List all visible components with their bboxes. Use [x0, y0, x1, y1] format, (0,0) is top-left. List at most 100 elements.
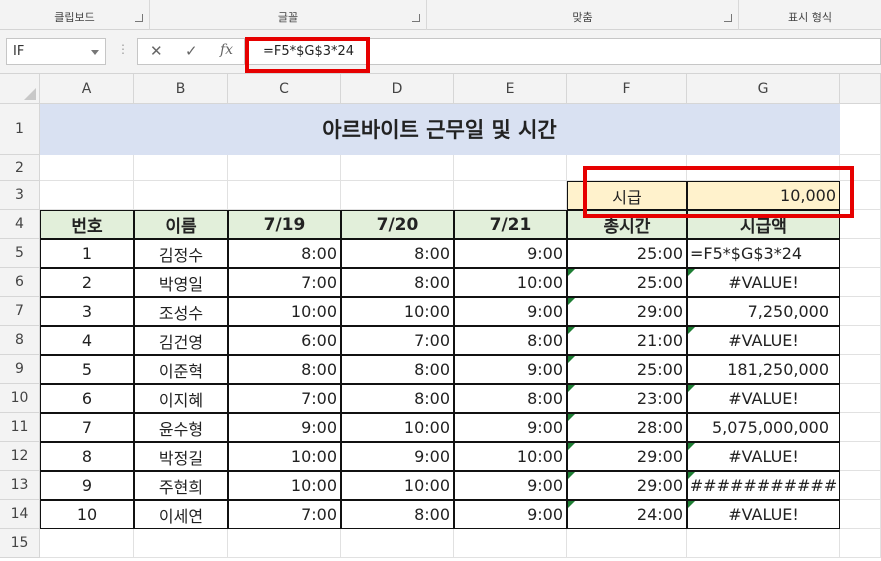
cancel-icon[interactable]: ✕ — [150, 42, 163, 60]
data-cell[interactable]: 23:00 — [567, 384, 687, 413]
data-cell[interactable]: 10 — [40, 500, 134, 529]
cell[interactable] — [840, 210, 881, 239]
data-cell[interactable]: 25:00 — [567, 355, 687, 384]
error-cell[interactable]: #VALUE! — [687, 326, 840, 355]
dialog-launcher-icon[interactable] — [412, 14, 420, 22]
column-header-c[interactable]: C — [228, 74, 341, 104]
cell[interactable] — [840, 181, 881, 210]
data-cell[interactable]: 이지혜 — [134, 384, 228, 413]
cell[interactable] — [228, 181, 341, 210]
cell[interactable] — [454, 529, 567, 558]
row-header-3[interactable]: 3 — [0, 181, 40, 210]
error-cell[interactable]: #VALUE! — [687, 384, 840, 413]
data-cell[interactable]: 8:00 — [341, 355, 454, 384]
error-cell[interactable]: #VALUE! — [687, 500, 840, 529]
chevron-down-icon[interactable] — [91, 50, 99, 55]
row-header-2[interactable]: 2 — [0, 155, 40, 181]
data-cell[interactable]: 7:00 — [228, 268, 341, 297]
cell[interactable] — [341, 529, 454, 558]
data-cell[interactable]: 8:00 — [454, 384, 567, 413]
cell[interactable] — [567, 155, 687, 181]
cell[interactable] — [40, 181, 134, 210]
drag-handle-icon[interactable]: ⋮ — [117, 42, 129, 56]
data-cell[interactable]: 8 — [40, 442, 134, 471]
table-header-c[interactable]: 7/19 — [228, 210, 341, 239]
data-cell[interactable]: 10:00 — [341, 297, 454, 326]
data-cell[interactable]: 29:00 — [567, 297, 687, 326]
data-cell[interactable]: 4 — [40, 326, 134, 355]
ribbon-group-clipboard[interactable]: 클립보드 — [0, 0, 150, 30]
data-cell[interactable]: 조성수 — [134, 297, 228, 326]
data-cell[interactable]: 29:00 — [567, 471, 687, 500]
column-header-b[interactable]: B — [134, 74, 228, 104]
column-header-h[interactable] — [840, 74, 881, 104]
cell[interactable] — [228, 155, 341, 181]
cell[interactable] — [341, 155, 454, 181]
data-cell[interactable]: 10:00 — [454, 268, 567, 297]
sheet-title[interactable]: 아르바이트 근무일 및 시간 — [40, 104, 840, 155]
cell[interactable] — [40, 529, 134, 558]
table-header-a[interactable]: 번호 — [40, 210, 134, 239]
data-cell[interactable]: 9 — [40, 471, 134, 500]
cell[interactable] — [840, 471, 881, 500]
dialog-launcher-icon[interactable] — [724, 14, 732, 22]
amount-cell[interactable]: 7,250,000 — [687, 297, 840, 326]
cell[interactable] — [40, 155, 134, 181]
cell[interactable] — [134, 529, 228, 558]
data-cell[interactable]: 7 — [40, 413, 134, 442]
table-header-b[interactable]: 이름 — [134, 210, 228, 239]
data-cell[interactable]: 주현희 — [134, 471, 228, 500]
data-cell[interactable]: 25:00 — [567, 268, 687, 297]
data-cell[interactable]: 박정길 — [134, 442, 228, 471]
data-cell[interactable]: 9:00 — [454, 355, 567, 384]
formula-input[interactable]: =F5*$G$3*24 — [244, 38, 881, 65]
cell[interactable] — [840, 326, 881, 355]
insert-function-icon[interactable]: fx — [220, 42, 233, 58]
data-cell[interactable]: 24:00 — [567, 500, 687, 529]
cell[interactable] — [454, 181, 567, 210]
ribbon-group-font[interactable]: 글꼴 — [150, 0, 427, 30]
table-header-f[interactable]: 총시간 — [567, 210, 687, 239]
data-cell[interactable]: 9:00 — [454, 500, 567, 529]
data-cell[interactable]: 7:00 — [341, 326, 454, 355]
amount-cell[interactable]: 181,250,000 — [687, 355, 840, 384]
cell[interactable] — [840, 297, 881, 326]
cell[interactable] — [454, 155, 567, 181]
column-header-a[interactable]: A — [40, 74, 134, 104]
data-cell[interactable]: 김정수 — [134, 239, 228, 268]
row-header-13[interactable]: 13 — [0, 471, 40, 500]
data-cell[interactable]: 10:00 — [454, 442, 567, 471]
data-cell[interactable]: 9:00 — [454, 239, 567, 268]
data-cell[interactable]: 7:00 — [228, 500, 341, 529]
amount-cell[interactable]: 5,075,000,000 — [687, 413, 840, 442]
data-cell[interactable]: 25:00 — [567, 239, 687, 268]
row-header-1[interactable]: 1 — [0, 104, 40, 155]
cell[interactable] — [134, 181, 228, 210]
row-header-6[interactable]: 6 — [0, 268, 40, 297]
enter-icon[interactable]: ✓ — [185, 42, 198, 60]
data-cell[interactable]: 8:00 — [228, 239, 341, 268]
ribbon-group-number[interactable]: 표시 형식 — [739, 0, 881, 30]
name-box[interactable]: IF — [6, 38, 106, 65]
row-header-15[interactable]: 15 — [0, 529, 40, 558]
data-cell[interactable]: 이준혁 — [134, 355, 228, 384]
data-cell[interactable]: 10:00 — [341, 413, 454, 442]
data-cell[interactable]: 9:00 — [341, 442, 454, 471]
data-cell[interactable]: 9:00 — [454, 471, 567, 500]
row-header-11[interactable]: 11 — [0, 413, 40, 442]
cell[interactable] — [134, 155, 228, 181]
data-cell[interactable]: 28:00 — [567, 413, 687, 442]
cell[interactable] — [840, 384, 881, 413]
error-cell[interactable]: #VALUE! — [687, 268, 840, 297]
cell[interactable] — [341, 181, 454, 210]
row-header-12[interactable]: 12 — [0, 442, 40, 471]
data-cell[interactable]: 10:00 — [341, 471, 454, 500]
cell[interactable] — [840, 500, 881, 529]
dialog-launcher-icon[interactable] — [135, 14, 143, 22]
data-cell[interactable]: 6:00 — [228, 326, 341, 355]
data-cell[interactable]: 2 — [40, 268, 134, 297]
table-header-e[interactable]: 7/21 — [454, 210, 567, 239]
data-cell[interactable]: 10:00 — [228, 471, 341, 500]
cell[interactable] — [840, 442, 881, 471]
data-cell[interactable]: 8:00 — [341, 239, 454, 268]
